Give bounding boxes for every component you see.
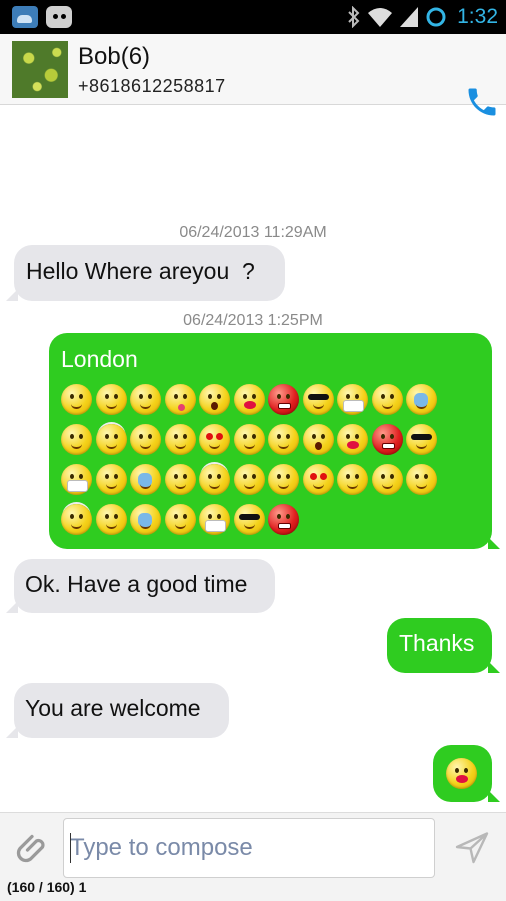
undecided-emoji: [233, 464, 265, 495]
signal-icon: [400, 7, 419, 27]
bubble-tail: [488, 537, 500, 549]
message-timestamp: 06/24/2013 11:29AM: [179, 224, 327, 241]
message-text: London: [61, 346, 138, 372]
kiss-emoji: [446, 758, 477, 789]
wifi-icon: [368, 8, 393, 27]
bubble-tail: [488, 661, 500, 673]
angel-emoji: [95, 424, 127, 455]
conversation-header: Bob(6) +8618612258817: [0, 34, 506, 116]
emoji-grid: [61, 384, 481, 544]
sync-icon: [426, 7, 446, 27]
bubble-tail: [488, 790, 500, 802]
angry-emoji: [268, 504, 299, 535]
paperclip-icon[interactable]: [14, 829, 50, 865]
undecided-emoji: [130, 424, 161, 455]
message-timestamp: 06/24/2013 1:25PM: [183, 312, 323, 329]
laugh-emoji: [337, 464, 368, 495]
mask-emoji: [61, 464, 92, 495]
smile-emoji: [406, 464, 437, 495]
cyanogen-notification-icon: [46, 6, 72, 28]
message-thread[interactable]: 06/24/2013 11:29AM Hello Where areyou ? …: [0, 105, 506, 810]
undecided-emoji: [164, 504, 196, 535]
love-emoji: [302, 464, 334, 495]
compose-input[interactable]: [64, 819, 434, 877]
send-icon[interactable]: [454, 829, 490, 865]
angry-emoji: [371, 424, 403, 455]
outgoing-message[interactable]: Thanks: [387, 618, 500, 673]
outgoing-message[interactable]: [433, 745, 500, 802]
confused-emoji: [371, 464, 403, 495]
kiss-emoji: [337, 424, 368, 455]
incoming-message[interactable]: You are welcome: [6, 683, 229, 738]
bubble-tail: [6, 726, 18, 738]
mask-emoji: [337, 384, 368, 415]
angel-emoji: [61, 504, 92, 535]
status-bar: 1:32: [0, 0, 506, 34]
contact-avatar[interactable]: [12, 41, 68, 98]
sad-emoji: [95, 384, 127, 415]
character-counter: (160 / 160) 1: [7, 879, 87, 895]
cool-emoji: [302, 384, 334, 415]
mask-emoji: [199, 504, 230, 535]
bubble-tail: [6, 601, 18, 613]
tongue-emoji: [164, 384, 196, 415]
smile-emoji: [268, 464, 299, 495]
incoming-message[interactable]: Ok. Have a good time: [6, 559, 275, 613]
surprised-emoji: [302, 424, 334, 455]
smile-emoji: [164, 424, 196, 455]
surprised-emoji: [199, 384, 230, 415]
wink-emoji: [268, 424, 299, 455]
embarrassed-emoji: [164, 464, 196, 495]
text-cursor: [70, 833, 71, 863]
message-text: Hello Where areyou ?: [26, 258, 255, 284]
contact-name: Bob(6): [78, 43, 151, 70]
confused-emoji: [371, 384, 403, 415]
laugh-emoji: [233, 424, 265, 455]
angel-emoji: [199, 464, 230, 495]
bubble-tail: [6, 289, 18, 301]
compose-field-wrapper: [63, 818, 435, 878]
message-text: Ok. Have a good time: [25, 571, 248, 597]
crying-emoji: [130, 464, 161, 495]
smile-emoji: [61, 384, 92, 415]
wink-emoji: [130, 384, 161, 415]
contact-number: +8618612258817: [78, 76, 226, 96]
embarrassed-emoji: [61, 424, 92, 455]
kiss-emoji: [233, 384, 265, 415]
embarrassed-emoji: [95, 504, 127, 535]
cool-emoji: [406, 424, 437, 455]
crying-emoji: [130, 504, 161, 535]
bluetooth-icon: [348, 6, 360, 28]
confused-emoji: [95, 464, 127, 495]
angry-emoji: [268, 384, 299, 415]
message-text: You are welcome: [25, 695, 201, 721]
status-time: 1:32: [457, 5, 498, 28]
message-text: Thanks: [399, 630, 475, 656]
outgoing-message[interactable]: London: [49, 333, 500, 549]
incoming-message[interactable]: Hello Where areyou ?: [6, 245, 285, 301]
crying-emoji: [406, 384, 437, 415]
love-emoji: [199, 424, 230, 455]
cool-emoji: [233, 504, 265, 535]
weather-notification-icon: [12, 6, 38, 28]
